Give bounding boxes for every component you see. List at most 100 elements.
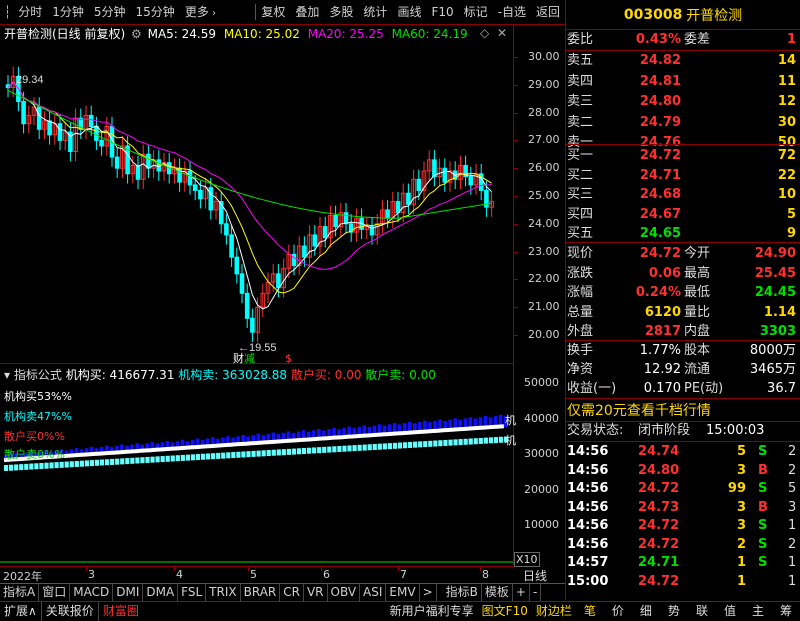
event-marker[interactable]: 财 [233,352,244,365]
event-marker[interactable]: $ [285,352,292,365]
quote-view-tab-3[interactable]: 势 [660,602,688,621]
quote-view-tab-6[interactable]: 主 [744,602,772,621]
kline-chart: 29.34←19.55 [5,66,494,354]
toolbar-biaoji-button[interactable]: 标记 [459,0,493,24]
new-user-welfare-link[interactable]: 新用户福利专享 [386,602,478,621]
retail-band [150,456,155,463]
stat-value: 24.90 [754,246,796,261]
quote-view-tab-1[interactable]: 价 [604,602,632,621]
wealth-circle-button[interactable]: 财富圈 [97,602,143,621]
stock-header: 003008 开普检测 [566,2,800,28]
promo-link[interactable]: 仅需20元查看千档行情 [566,401,799,421]
price-tick-mark [513,279,518,281]
price-tick-mark [513,196,518,197]
indicator-tab-5[interactable]: FSL [178,584,207,601]
retail-band [413,441,418,448]
candle-body [57,123,63,141]
weibi-value: 0.43% [635,32,681,47]
indicator-tab-11[interactable]: ASI [360,584,387,601]
price-tick-label: 25.00 [528,189,560,202]
retail-band [286,448,291,455]
candle-body [276,273,281,289]
sell-price: 24.79 [639,114,681,130]
indicator-tab-1[interactable]: 窗口 [39,584,71,601]
sell-price: 24.82 [639,53,681,68]
stat2-value: 1.77% [639,343,681,358]
toolbar-left-1[interactable]: 1分钟 [47,0,89,24]
toolbar-huaxian-button[interactable]: 画线 [392,0,426,24]
toolbar-zixuan-button[interactable]: -自选 [493,0,531,24]
indicator-legend-3: 散户卖0%% [4,448,65,461]
f10-graphic-link[interactable]: 图文F10 [478,602,532,621]
toolbar-f10-button[interactable]: F10 [426,0,458,24]
sell-volume: 12 [777,94,796,109]
retail-band [301,448,307,455]
time-axis-label: 4 [176,568,183,581]
toolbar-left-2[interactable]: 5分钟 [89,0,131,24]
candle-body [21,100,26,125]
stat-value: 1.14 [763,304,796,320]
indicator-tab-10[interactable]: OBV [328,584,361,601]
candle-body [47,120,52,136]
sell-row-0: 卖五 24.82 14 [566,52,798,70]
toolbar-more-button[interactable]: 更多 › [180,0,221,24]
toolbar-left-0[interactable]: 分时 [13,0,47,24]
stat-row-0: 现价 24.72 今开 24.90 [566,245,798,263]
price-tick-mark [513,112,518,114]
toolbar-tongji-button[interactable]: 统计 [358,0,392,24]
period-label[interactable]: 日线 [523,567,547,584]
retail-band [49,462,54,469]
indicator-tab-0[interactable]: 指标A [0,584,40,601]
indicator-tab-13[interactable]: > [420,584,437,601]
retail-band [256,450,261,457]
retail-band [488,437,493,444]
indicator-tab-16[interactable]: + [513,584,530,601]
retail-band [392,442,398,449]
indicator-tab-17[interactable]: - [530,584,542,601]
toolbar-grip-icon: ┆ [4,5,12,19]
retail-band [317,447,322,454]
indicator-tab-9[interactable]: VR [304,584,328,601]
candle-body [312,234,318,247]
quote-view-tab-2[interactable]: 细 [632,602,660,621]
indicator-tab-4[interactable]: DMA [143,584,179,601]
tick-direction: S [758,444,768,459]
retail-band [115,458,120,465]
toolbar-left-3[interactable]: 15分钟 [131,0,180,24]
indicator-tab-12[interactable]: EMV [386,584,420,601]
price-tick-mark [513,307,518,309]
expand-button[interactable]: 扩展∧ [0,602,41,621]
toolbar-fuquan-button[interactable]: 复权 [256,0,290,24]
quote-view-tab-7[interactable]: 筹 [772,602,800,621]
time-axis-label: 7 [400,568,407,581]
indicator-tab-14[interactable]: 指标B [443,584,482,601]
quote-view-tab-0[interactable]: 笔 [576,602,604,621]
tick-time: 15:00 [567,573,609,589]
indicator-tab-2[interactable]: MACD [70,584,114,601]
indicator-tab-15[interactable]: 模板 [482,584,513,601]
tick-price: 24.72 [638,573,680,589]
stat2-row-1: 净资 12.92 流通 3465万 [566,361,798,379]
related-quote-button[interactable]: 关联报价 [40,602,98,621]
stat2-value: 8000万 [749,343,796,358]
toolbar-duogu-button[interactable]: 多股 [324,0,358,24]
retail-band [438,440,443,447]
indicator-tab-8[interactable]: CR [280,584,304,601]
event-marker[interactable]: 减 [244,352,255,365]
sidebar-toggle-button[interactable]: 财边栏 [532,602,576,621]
indicator-end-mark: 机 [505,434,516,447]
quote-view-tab-4[interactable]: 联 [688,602,716,621]
indicator-tab-6[interactable]: TRIX [206,584,241,601]
retail-band [180,454,185,461]
quote-view-tab-5[interactable]: 值 [716,602,744,621]
retail-band [99,459,105,466]
tick-price: 24.72 [638,536,680,552]
stat2-row-2: 收益(一) 0.170 PE(动) 36.7 [566,380,798,398]
toolbar-back-button[interactable]: 返回 [531,0,565,24]
retail-band [453,439,458,446]
indicator-tab-7[interactable]: BRAR [241,584,281,601]
toolbar-diejia-button[interactable]: 叠加 [290,0,324,24]
tick-row-1: 14:56 24.80 3 B 2 [566,462,798,480]
indicator-tab-3[interactable]: DMI [113,584,144,601]
tick-time: 14:56 [567,518,609,533]
